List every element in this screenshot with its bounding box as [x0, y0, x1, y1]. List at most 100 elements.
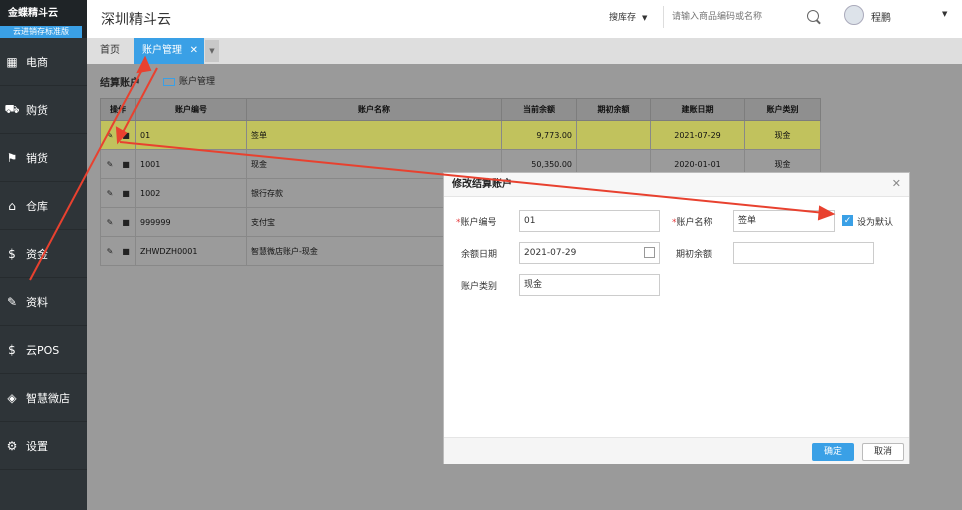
- cancel-button[interactable]: 取消: [862, 443, 904, 461]
- account-type-select[interactable]: 现金: [519, 274, 660, 296]
- account-code-input[interactable]: 01: [519, 210, 660, 232]
- sidebar-item-label: 智慧微店: [26, 391, 70, 405]
- search-type-label: 搜库存: [609, 13, 637, 23]
- pos-icon: $: [8, 342, 16, 357]
- balance-date-input[interactable]: 2021-07-29: [519, 242, 660, 264]
- sidebar-item-label: 仓库: [26, 199, 48, 213]
- sidebar-item-label: 销货: [26, 151, 48, 165]
- sidebar-item-label: 资金: [26, 247, 48, 261]
- sidebar-item-funds[interactable]: $ 资金: [0, 230, 87, 278]
- sidebar-item-warehouse[interactable]: ⌂ 仓库: [0, 182, 87, 230]
- search-type-select[interactable]: 搜库存 ▼: [609, 10, 647, 23]
- cell-opening: [576, 120, 651, 150]
- column-header: 账户名称: [246, 98, 502, 121]
- edit-icon[interactable]: ✎: [106, 218, 114, 227]
- row-actions: ✎ ■: [100, 207, 136, 237]
- cell-code: 1002: [135, 178, 247, 208]
- sidebar-item-settings[interactable]: ⚙ 设置: [0, 422, 87, 470]
- sidebar-item-label: 云POS: [26, 343, 60, 357]
- play-icon: [163, 77, 175, 86]
- field-value: 签单: [738, 216, 757, 226]
- label-text: 账户名称: [676, 218, 713, 228]
- account-name-label: *账户名称: [672, 218, 713, 228]
- opening-balance-input[interactable]: [733, 242, 874, 264]
- search-box: [663, 6, 827, 28]
- cell-code: 1001: [135, 149, 247, 179]
- sale-icon: ⚑: [6, 150, 18, 165]
- warehouse-icon: ⌂: [8, 198, 16, 213]
- breadcrumb-current-label: 账户管理: [179, 77, 216, 87]
- row-actions: ✎ ■: [100, 120, 136, 150]
- cell-balance: 9,773.00: [501, 120, 577, 150]
- dialog-footer: 确定 取消: [444, 437, 909, 464]
- sidebar-item-data[interactable]: ✎ 资料: [0, 278, 87, 326]
- table-row[interactable]: ✎ ■ 01 签单 9,773.00 2021-07-29 现金: [100, 120, 821, 150]
- sidebar-item-microshop[interactable]: ◈ 智慧微店: [0, 374, 87, 422]
- cell-code: 01: [135, 120, 247, 150]
- money-icon: $: [8, 246, 16, 261]
- account-type-label: 账户类别: [461, 282, 498, 292]
- column-header: 当前余额: [501, 98, 577, 121]
- balance-date-label: 余额日期: [461, 250, 498, 260]
- field-value: 现金: [524, 280, 543, 290]
- trash-icon[interactable]: ■: [122, 160, 130, 169]
- edit-icon[interactable]: ✎: [106, 160, 114, 169]
- edit-icon[interactable]: ✎: [106, 131, 114, 140]
- sidebar-item-label: 购货: [26, 103, 48, 117]
- close-icon[interactable]: ✕: [190, 38, 198, 64]
- sidebar-item-pos[interactable]: $ 云POS: [0, 326, 87, 374]
- tab-home[interactable]: 首页: [87, 38, 133, 64]
- gear-icon: ⚙: [6, 438, 18, 453]
- cell-date: 2021-07-29: [650, 120, 745, 150]
- dialog-title: 修改结算账户: [444, 173, 909, 197]
- sidebar-item-label: 电商: [26, 55, 48, 69]
- chevron-down-icon: ▼: [642, 14, 648, 22]
- label-text: 账户编号: [460, 218, 497, 228]
- search-input[interactable]: [664, 6, 794, 28]
- search-icon[interactable]: [807, 10, 819, 22]
- pencil-icon: ✎: [6, 294, 18, 309]
- sidebar-item-ecommerce[interactable]: ▦ 电商: [0, 38, 87, 86]
- tab-more-button[interactable]: ▼: [205, 40, 219, 62]
- tab-bar: 首页 账户管理 ✕ ▼: [87, 38, 962, 64]
- row-actions: ✎ ■: [100, 178, 136, 208]
- column-header: 操作: [100, 98, 136, 121]
- column-header: 期初余额: [576, 98, 651, 121]
- default-label[interactable]: 设为默认: [857, 215, 893, 228]
- edit-icon[interactable]: ✎: [106, 247, 114, 256]
- sidebar-item-purchase[interactable]: ⛟ 购货: [0, 86, 87, 134]
- breadcrumb-current[interactable]: 账户管理: [163, 74, 215, 87]
- field-value: 2021-07-29: [524, 248, 577, 258]
- company-name: 深圳精斗云: [101, 12, 171, 28]
- shop-icon: ◈: [7, 390, 17, 405]
- logo-brand: 金蝶精斗云: [8, 8, 58, 19]
- edit-icon[interactable]: ✎: [106, 189, 114, 198]
- chevron-down-icon[interactable]: ▼: [942, 10, 947, 18]
- username[interactable]: 程鹏: [871, 9, 891, 24]
- column-header: 账户类别: [744, 98, 821, 121]
- cell-name: 签单: [246, 120, 502, 150]
- sidebar-item-label: 资料: [26, 295, 48, 309]
- sidebar-item-label: 设置: [26, 439, 48, 453]
- sidebar-item-sales[interactable]: ⚑ 销货: [0, 134, 87, 182]
- default-checkbox[interactable]: ✓: [842, 215, 853, 226]
- tab-account-management[interactable]: 账户管理 ✕: [134, 38, 204, 64]
- calendar-icon[interactable]: [644, 247, 655, 258]
- cell-code: ZHWDZH0001: [135, 236, 247, 266]
- trash-icon[interactable]: ■: [122, 218, 130, 227]
- cell-type: 现金: [744, 120, 821, 150]
- column-header: 账户编号: [135, 98, 247, 121]
- breadcrumb: 结算账户: [100, 78, 140, 89]
- opening-balance-label: 期初余额: [676, 250, 713, 260]
- trash-icon[interactable]: ■: [122, 247, 130, 256]
- trash-icon[interactable]: ■: [122, 131, 130, 140]
- row-actions: ✎ ■: [100, 236, 136, 266]
- sidebar: 金蝶精斗云 云进销存标准版 ▦ 电商 ⛟ 购货 ⚑ 销货 ⌂ 仓库 $ 资金 ✎ 资料 $ 云…: [0, 0, 87, 510]
- store-icon: ▦: [6, 54, 18, 69]
- close-icon[interactable]: ✕: [892, 177, 901, 190]
- avatar[interactable]: [844, 5, 864, 25]
- trash-icon[interactable]: ■: [122, 189, 130, 198]
- account-name-input[interactable]: 签单: [733, 210, 835, 232]
- column-header: 建账日期: [650, 98, 745, 121]
- confirm-button[interactable]: 确定: [812, 443, 854, 461]
